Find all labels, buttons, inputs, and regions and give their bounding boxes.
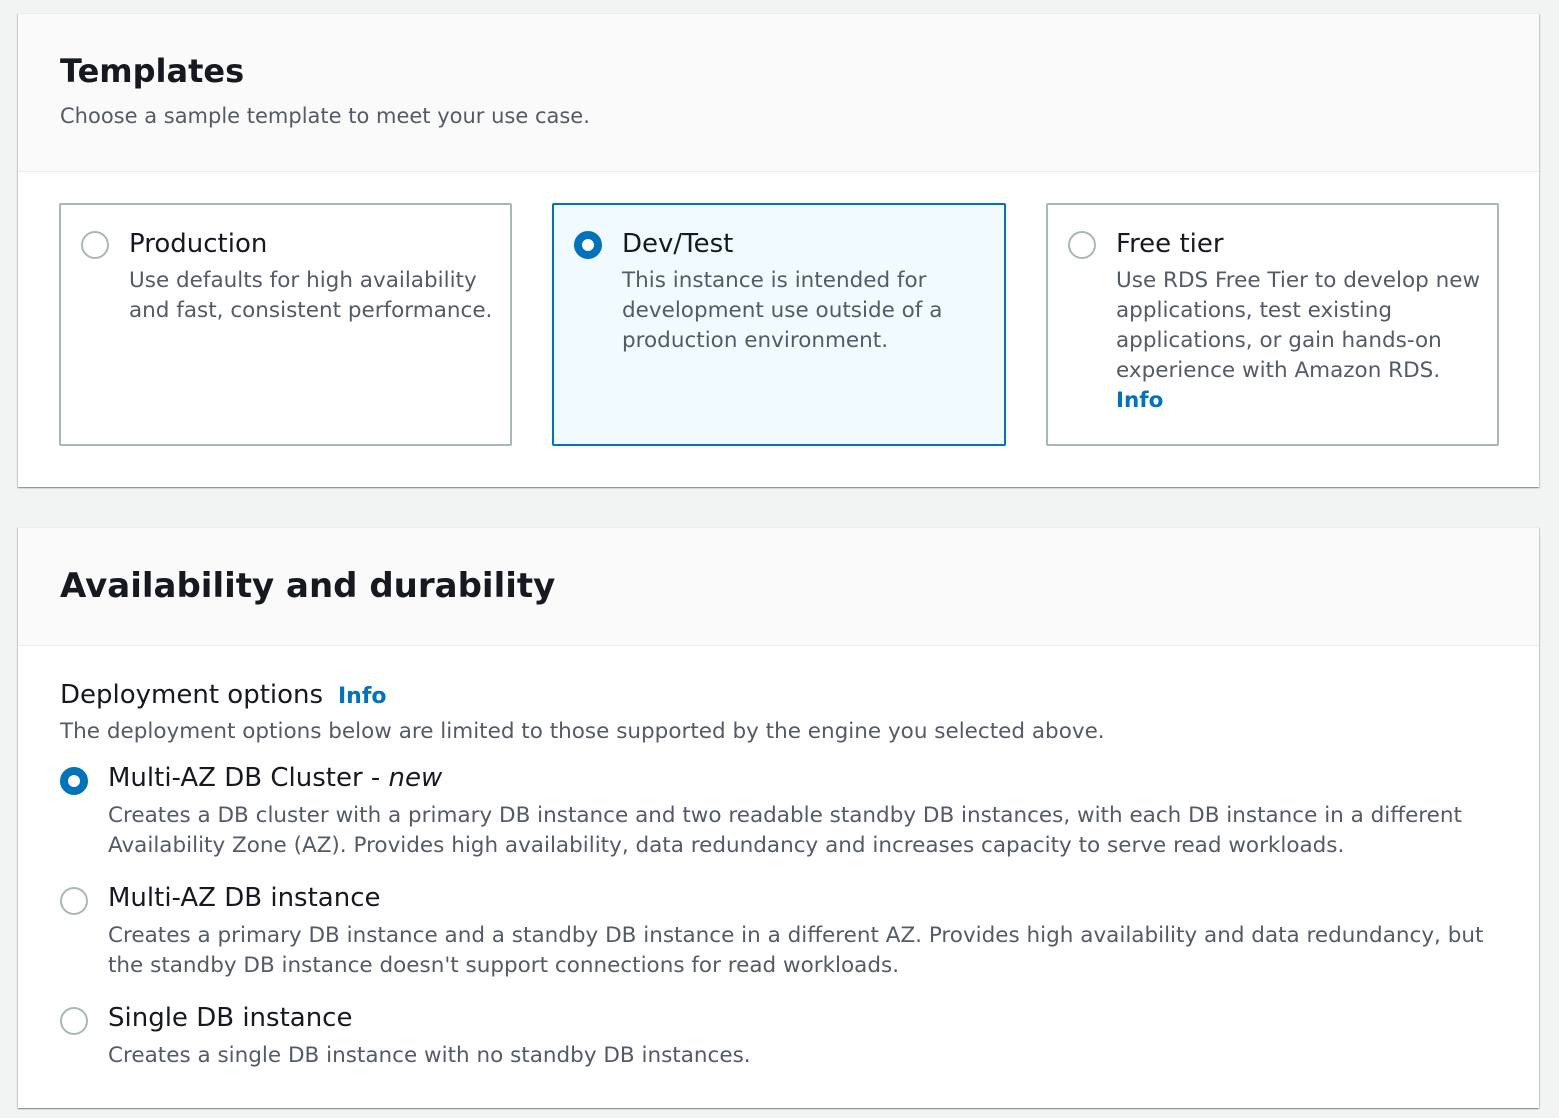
dev-test-description: This instance is intended for developmen…: [622, 268, 943, 353]
multi-az-cluster-radio[interactable]: [60, 767, 88, 795]
free-tier-radio[interactable]: [1068, 231, 1096, 259]
free-tier-description: Use RDS Free Tier to develop new applica…: [1116, 268, 1481, 383]
availability-panel: Availability and durability Deployment o…: [18, 527, 1539, 1108]
deployment-options-description: The deployment options below are limited…: [60, 719, 1105, 744]
production-radio[interactable]: [81, 231, 109, 259]
availability-panel-header: Availability and durability: [18, 528, 1539, 646]
multi-az-cluster-title-text: Multi-AZ DB Cluster -: [108, 763, 389, 793]
deployment-options-info-link[interactable]: Info: [338, 684, 387, 709]
free-tier-description-block: Use RDS Free Tier to develop new applica…: [1116, 266, 1488, 416]
single-instance-title: Single DB instance: [108, 1003, 353, 1033]
multi-az-cluster-description: Creates a DB cluster with a primary DB i…: [108, 803, 1462, 858]
templates-panel-header: Templates Choose a sample template to me…: [18, 14, 1539, 172]
dev-test-title: Dev/Test: [622, 229, 734, 259]
multi-az-instance-description: Creates a primary DB instance and a stan…: [108, 923, 1484, 978]
template-tile-free-tier[interactable]: Free tier Use RDS Free Tier to develop n…: [1046, 203, 1499, 446]
templates-panel: Templates Choose a sample template to me…: [18, 13, 1539, 487]
multi-az-instance-title: Multi-AZ DB instance: [108, 883, 381, 913]
single-instance-radio[interactable]: [60, 1007, 88, 1035]
production-title: Production: [129, 229, 268, 259]
template-tile-dev-test[interactable]: Dev/Test This instance is intended for d…: [552, 203, 1006, 446]
templates-description: Choose a sample template to meet your us…: [60, 104, 590, 128]
single-instance-description: Creates a single DB instance with no sta…: [108, 1043, 751, 1068]
multi-az-cluster-title: Multi-AZ DB Cluster - new: [108, 763, 442, 793]
multi-az-instance-radio[interactable]: [60, 887, 88, 915]
free-tier-info-link[interactable]: Info: [1116, 388, 1163, 413]
deployment-options-label: Deployment options: [60, 680, 324, 710]
free-tier-title: Free tier: [1116, 229, 1224, 259]
templates-title: Templates: [60, 52, 245, 90]
availability-title: Availability and durability: [60, 566, 556, 606]
new-tag: new: [388, 763, 443, 793]
template-tile-production[interactable]: Production Use defaults for high availab…: [59, 203, 512, 446]
production-description: Use defaults for high availability and f…: [129, 268, 493, 323]
dev-test-radio[interactable]: [574, 231, 602, 259]
